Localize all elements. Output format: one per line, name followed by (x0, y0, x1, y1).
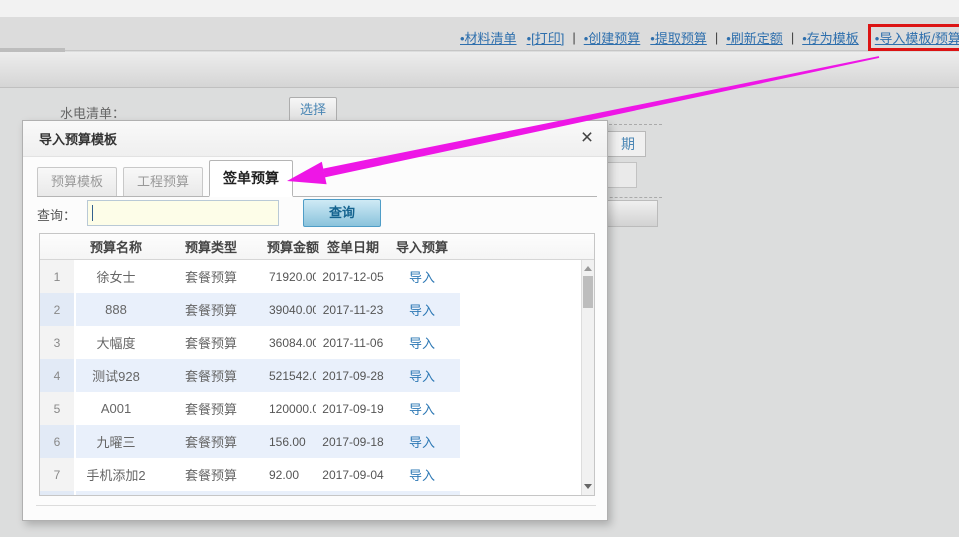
secondary-toolbar-band (0, 52, 959, 88)
row-number: 4 (40, 359, 76, 392)
table-row[interactable]: 1 徐女士 套餐预算 71920.00 2017-12-05 导入 (40, 260, 460, 293)
budget-type-cell: 套餐预算 (184, 336, 237, 351)
toolbar: •材料清单 •[打印] | •创建预算 •提取预算 | •刷新定额 | •存为模板 •导入模板/预… (0, 17, 959, 51)
budget-amount-cell: 39040.00 (269, 302, 316, 317)
search-label: 查询： (37, 208, 77, 223)
import-action-cell: 导入 (386, 366, 458, 385)
scroll-up-icon[interactable] (584, 266, 592, 271)
toolbar-links: •材料清单 •[打印] | •创建预算 •提取预算 | •刷新定额 | •存为模板 •导入模板/预… (455, 17, 959, 51)
budget-table: 预算名称 预算类型 预算金额 签单日期 导入预算 1 徐女士 套餐预算 71920.0… (39, 233, 595, 496)
budget-name-cell: A001 (100, 401, 132, 416)
budget-type-cell: 套餐预算 (184, 270, 237, 285)
row-number: 1 (40, 260, 76, 293)
table-row[interactable]: 7 手机添加2 套餐预算 92.00 2017-09-04 导入 (40, 458, 460, 491)
top-strip (0, 0, 959, 17)
import-action-cell: 导入 (386, 333, 458, 352)
budget-type-cell: 套餐预算 (184, 402, 237, 417)
search-button[interactable]: 查询 (303, 199, 381, 227)
header-import-budget: 导入预算 (395, 240, 448, 255)
search-input[interactable] (87, 200, 279, 226)
budget-amount-cell: 36084.00 (269, 335, 316, 350)
toolbar-link[interactable]: •提取预算 (650, 28, 707, 47)
toolbar-link[interactable]: •创建预算 (584, 28, 641, 47)
import-link[interactable]: 导入 (409, 336, 435, 351)
toolbar-separator: | (790, 29, 795, 45)
budget-amount-cell: 71920.00 (269, 269, 316, 284)
budget-type-cell: 套餐预算 (184, 303, 237, 318)
toolbar-separator: | (572, 29, 576, 45)
budget-amount-cell: 120000.00 (269, 401, 316, 416)
import-action-cell: 导入 (386, 267, 458, 286)
tab-project-budget[interactable]: 工程预算 (123, 167, 203, 196)
table-row[interactable] (40, 491, 460, 495)
table-row[interactable]: 3 大幅度 套餐预算 36084.00 2017-11-06 导入 (40, 326, 460, 359)
toolbar-link[interactable]: •[打印] (527, 28, 565, 47)
tab-signed-budget[interactable]: 签单预算 (209, 160, 293, 197)
budget-type-cell: 套餐预算 (184, 468, 237, 483)
header-row-number (40, 234, 76, 259)
import-action-cell: 导入 (386, 465, 458, 484)
budget-amount-cell: 92.00 (269, 467, 300, 482)
budget-type-cell: 套餐预算 (184, 435, 237, 450)
sign-date-cell: 2017-09-19 (322, 401, 384, 416)
import-link[interactable]: 导入 (409, 402, 435, 417)
text-caret (92, 205, 93, 221)
scrollbar-thumb[interactable] (583, 276, 593, 308)
sign-date-cell: 2017-11-23 (322, 302, 384, 317)
header-budget-amount: 预算金额 (267, 240, 320, 255)
dialog-footer-divider (36, 505, 596, 506)
toolbar-link-highlighted[interactable]: •导入模板/预算 (867, 23, 959, 51)
import-budget-template-dialog: 导入预算模板 × 预算模板 工程预算 签单预算 查询： 查询 预算名称 预算类型… (22, 120, 608, 521)
import-link[interactable]: 导入 (409, 435, 435, 450)
row-number: 7 (40, 458, 76, 491)
import-action-cell: 导入 (386, 399, 458, 418)
app-screen: •材料清单 •[打印] | •创建预算 •提取预算 | •刷新定额 | •存为模板 •导入模板/预… (0, 0, 959, 537)
budget-name-cell: 九曜三 (96, 435, 136, 450)
import-action-cell: 导入 (386, 300, 458, 319)
budget-name-cell: 888 (105, 302, 127, 317)
table-row[interactable]: 5 A001 套餐预算 120000.00 2017-09-19 导入 (40, 392, 460, 425)
import-link[interactable]: 导入 (409, 468, 435, 483)
close-icon[interactable]: × (575, 126, 599, 150)
sign-date-cell: 2017-09-04 (322, 467, 384, 482)
sign-date-cell: 2017-09-28 (322, 368, 384, 383)
tab-budget-template[interactable]: 预算模板 (37, 167, 117, 196)
import-link[interactable]: 导入 (409, 270, 435, 285)
budget-name-cell: 徐女士 (96, 270, 136, 285)
toolbar-link[interactable]: •刷新定额 (726, 28, 783, 47)
budget-name-cell: 测试928 (92, 369, 140, 384)
import-link[interactable]: 导入 (409, 303, 435, 318)
row-number: 6 (40, 425, 76, 458)
header-budget-name: 预算名称 (89, 240, 142, 255)
import-link[interactable]: 导入 (409, 369, 435, 384)
table-body: 1 徐女士 套餐预算 71920.00 2017-12-05 导入 2 888 套餐预算 3904… (40, 260, 594, 495)
toolbar-link[interactable]: •存为模板 (802, 28, 859, 47)
budget-type-cell: 套餐预算 (184, 369, 237, 384)
import-action-cell: 导入 (386, 432, 458, 451)
dialog-title: 导入预算模板 (23, 121, 607, 157)
header-budget-type: 预算类型 (184, 240, 237, 255)
tab-bar: 预算模板 工程预算 签单预算 (37, 160, 597, 197)
row-number: 3 (40, 326, 76, 359)
toolbar-link[interactable]: •材料清单 (460, 28, 517, 47)
row-number (40, 491, 76, 495)
sign-date-cell: 2017-11-06 (322, 335, 384, 350)
scroll-down-icon[interactable] (584, 484, 592, 489)
row-number: 5 (40, 392, 76, 425)
sign-date-cell: 2017-09-18 (322, 434, 384, 449)
toolbar-separator: | (714, 29, 719, 45)
budget-amount-cell: 156.00 (269, 434, 306, 449)
table-header-row: 预算名称 预算类型 预算金额 签单日期 导入预算 (40, 234, 594, 260)
sign-date-cell: 2017-12-05 (322, 269, 384, 284)
budget-name-cell: 手机添加2 (86, 468, 146, 483)
vertical-scrollbar[interactable] (581, 260, 594, 495)
table-row[interactable]: 6 九曜三 套餐预算 156.00 2017-09-18 导入 (40, 425, 460, 458)
table-row[interactable]: 2 888 套餐预算 39040.00 2017-11-23 导入 (40, 293, 460, 326)
row-number: 2 (40, 293, 76, 326)
budget-name-cell: 大幅度 (96, 336, 136, 351)
header-sign-date: 签单日期 (326, 240, 379, 255)
budget-amount-cell: 521542.00 (269, 368, 316, 383)
table-row[interactable]: 4 测试928 套餐预算 521542.00 2017-09-28 导入 (40, 359, 460, 392)
